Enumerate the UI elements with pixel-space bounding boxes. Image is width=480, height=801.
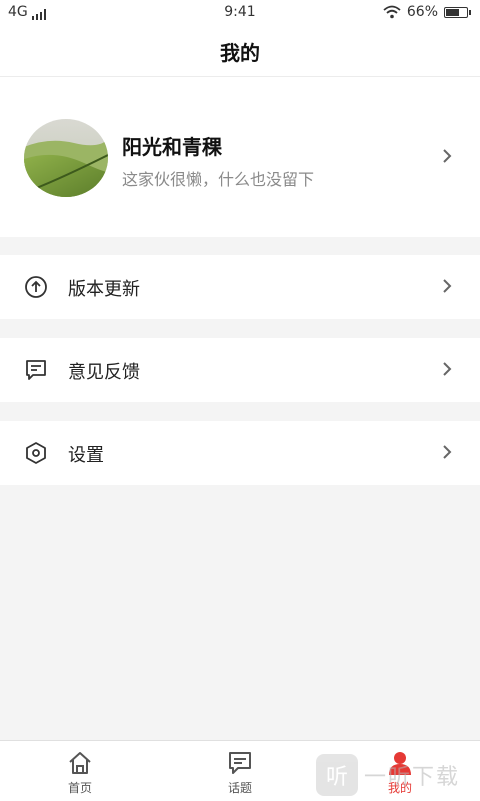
page-title-bar: 我的 [0, 26, 480, 77]
battery-percent: 66% [406, 4, 438, 20]
tab-topics[interactable]: 话题 [160, 741, 320, 801]
tab-label: 首页 [67, 781, 92, 795]
feedback-icon [26, 360, 46, 380]
profile-name: 阳光和青稞 [122, 135, 222, 159]
menu-item-label: 版本更新 [68, 279, 140, 300]
chevron-right-icon [438, 443, 456, 461]
battery-icon [444, 6, 471, 18]
avatar[interactable] [24, 119, 108, 197]
chevron-right-icon [438, 147, 456, 165]
menu-item-label: 意见反馈 [68, 362, 140, 383]
chevron-right-icon [438, 360, 456, 378]
watermark-logo: 听 [316, 754, 358, 796]
tab-label: 话题 [227, 781, 252, 795]
menu-item-version-update[interactable]: 版本更新 [0, 255, 480, 319]
wifi-icon [383, 5, 401, 19]
chevron-right-icon [438, 277, 456, 295]
profile-card[interactable]: 阳光和青稞 这家伙很懒，什么也没留下 [0, 77, 480, 237]
upload-circle-icon [25, 276, 47, 298]
battery-fill [446, 8, 459, 16]
menu-item-feedback[interactable]: 意见反馈 [0, 338, 480, 402]
home-icon [69, 752, 91, 774]
landscape-avatar-icon [24, 119, 108, 197]
status-bar: 4G 9:41 66% [0, 0, 480, 26]
watermark-text: 一听下载 [364, 765, 461, 790]
chat-icon [229, 752, 251, 774]
watermark: 听 一听下载 [316, 754, 480, 796]
profile-bio: 这家伙很懒，什么也没留下 [122, 170, 315, 189]
tab-home[interactable]: 首页 [0, 741, 160, 801]
status-right: 66% [383, 4, 471, 20]
menu-item-label: 设置 [68, 445, 104, 466]
menu-item-settings[interactable]: 设置 [0, 421, 480, 485]
page-title: 我的 [220, 40, 260, 65]
settings-hexagon-icon [26, 442, 46, 464]
